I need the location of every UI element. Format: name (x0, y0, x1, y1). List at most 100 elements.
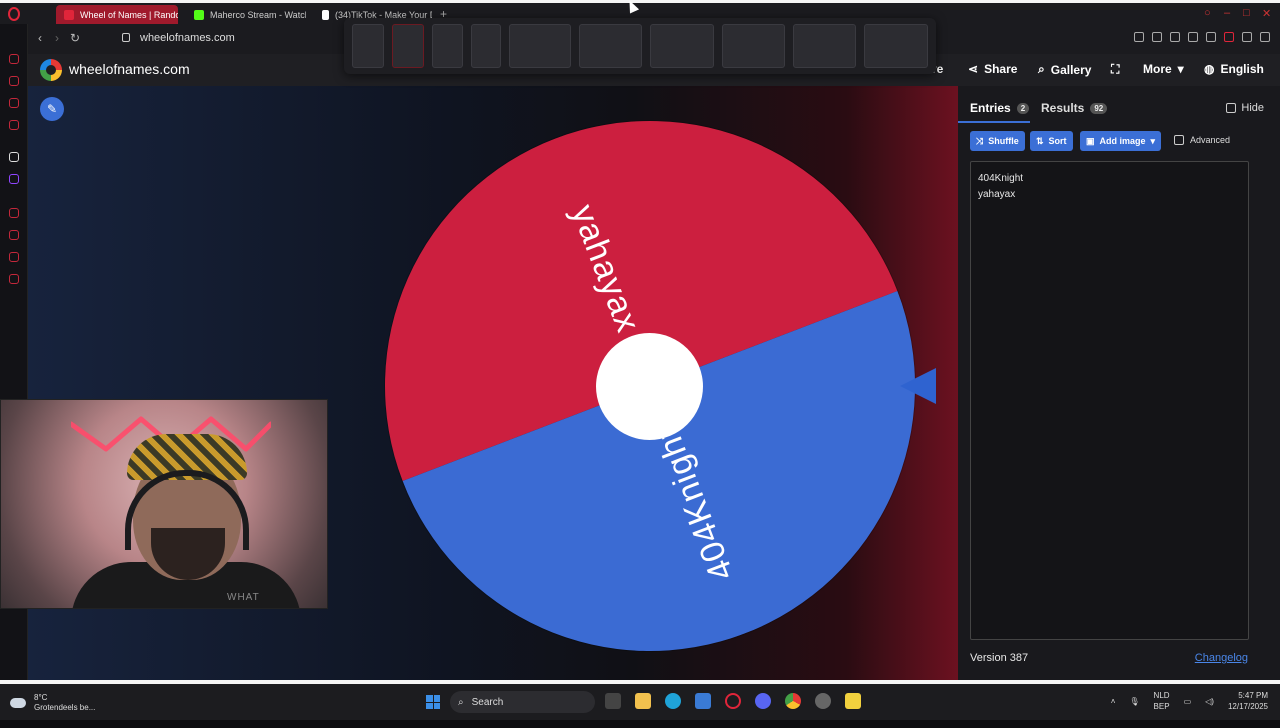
weather-widget[interactable]: 8°C Grotendeels be... (10, 693, 95, 713)
wheel-center-hub[interactable] (596, 333, 703, 440)
system-tray: ˄ 🎙 NLD BEP ▭ ◁) 5:47 PM 12/17/2025 (1111, 690, 1268, 712)
hide-toggle[interactable]: Hide (1226, 102, 1264, 114)
store-icon[interactable] (695, 693, 711, 709)
workspace-tile[interactable] (391, 24, 424, 68)
globe-icon: ◍ (1204, 62, 1215, 76)
language-menu[interactable]: ◍ English (1204, 62, 1264, 76)
tab-entries[interactable]: Entries 2 (970, 101, 1030, 115)
reload-icon[interactable]: ↻ (70, 31, 80, 45)
site-brand[interactable]: wheelofnames.com (69, 61, 190, 77)
back-icon[interactable]: ‹ (38, 31, 42, 45)
url-input[interactable]: wheelofnames.com (140, 32, 235, 44)
sidebar-settings-icon[interactable] (9, 274, 19, 284)
snapshot-icon[interactable] (1134, 32, 1144, 42)
tab-results[interactable]: Results 92 (1041, 101, 1108, 115)
advanced-checkbox[interactable] (1174, 135, 1184, 145)
discord-icon[interactable] (755, 693, 771, 709)
tab-title: Wheel of Names | Random (80, 10, 178, 20)
workspace-tile[interactable] (352, 24, 384, 68)
workspace-tile[interactable] (431, 24, 464, 68)
edge-icon[interactable] (665, 693, 681, 709)
entries-textarea[interactable]: 404Knight yahayax (970, 161, 1249, 640)
vpn-icon[interactable] (1170, 32, 1180, 42)
fullscreen-icon: ⛶ (1111, 62, 1120, 76)
sidebar-messenger-icon[interactable] (9, 98, 19, 108)
shuffle-button[interactable]: ⤨ Shuffle (970, 131, 1025, 151)
opera-icon[interactable] (725, 693, 741, 709)
hide-checkbox[interactable] (1226, 103, 1237, 113)
menu-icon[interactable] (1260, 32, 1270, 42)
player-icon[interactable] (1188, 32, 1198, 42)
shuffle-icon: ⤨ (976, 135, 984, 146)
app-icon[interactable] (845, 693, 861, 709)
task-view-icon[interactable] (605, 693, 621, 709)
sidebar-twitch-icon[interactable] (9, 174, 19, 184)
windows-start-icon[interactable] (426, 695, 440, 709)
wheel-favicon-icon (64, 10, 74, 20)
entry-line: yahayax (978, 189, 1016, 200)
wheel-logo-icon[interactable] (40, 59, 62, 81)
workspace-discord-tile[interactable] (471, 24, 502, 68)
file-explorer-icon[interactable] (635, 693, 651, 709)
sort-icon: ⇅ (1036, 135, 1044, 146)
sidebar-history-icon[interactable] (9, 208, 19, 218)
chevron-down-icon: ▾ (1177, 62, 1184, 76)
tab-wheel-of-names[interactable]: Wheel of Names | Random (56, 5, 178, 25)
taskbar-search[interactable]: ⌕ Search (450, 691, 595, 713)
profile-icon[interactable] (1224, 32, 1234, 42)
clock[interactable]: 5:47 PM 12/17/2025 (1228, 690, 1268, 712)
workspace-tile[interactable] (792, 24, 857, 68)
sidebar-clock-icon[interactable] (9, 230, 19, 240)
advanced-toggle[interactable]: Advanced (1174, 135, 1230, 145)
heart-icon[interactable] (1206, 32, 1216, 42)
chrome-icon[interactable] (785, 693, 801, 709)
windows-taskbar: 8°C Grotendeels be... ⌕ Search ˄ 🎙 NLD B… (0, 684, 1280, 720)
entries-panel: Entries 2 Results 92 Hide ⤨ Shuffle ⇅ So… (958, 86, 1280, 680)
workspace-tile[interactable] (721, 24, 785, 68)
sidebar-mail-icon[interactable] (9, 120, 19, 130)
opera-logo-icon[interactable] (8, 7, 20, 21)
obs-icon[interactable] (815, 693, 831, 709)
lang-top: NLD (1153, 691, 1170, 700)
share-label: Share (984, 62, 1018, 76)
sort-button[interactable]: ⇅ Sort (1030, 131, 1073, 151)
add-image-button[interactable]: ▣ Add image ▾ (1080, 131, 1162, 151)
changelog-link[interactable]: Changelog (1195, 652, 1248, 664)
sort-label: Sort (1048, 136, 1067, 146)
sidebar-bookmark-icon[interactable] (9, 152, 19, 162)
shuffle-label: Shuffle (988, 136, 1019, 146)
download-icon[interactable] (1242, 32, 1252, 42)
chevron-up-icon[interactable]: ˄ (1111, 697, 1116, 706)
forward-icon[interactable]: › (55, 31, 59, 45)
sidebar-ai-icon[interactable] (9, 54, 19, 64)
hide-label: Hide (1241, 102, 1264, 114)
extensions-icon[interactable] (1152, 32, 1162, 42)
share-icon: ⋖ (968, 62, 979, 76)
minimize-icon[interactable]: – (1224, 7, 1230, 19)
workspace-tile[interactable] (864, 24, 928, 68)
sidebar-heart-icon[interactable] (9, 252, 19, 262)
gallery-button[interactable]: ⌕ Gallery (1038, 62, 1091, 77)
workspace-tile[interactable] (578, 24, 643, 68)
fullscreen-button[interactable]: ⛶ (1111, 62, 1119, 77)
kick-favicon-icon (194, 10, 204, 20)
tab-maherco-stream[interactable]: Maherco Stream - Watch (186, 5, 306, 25)
search-tabs-icon[interactable]: ○ (1204, 7, 1211, 19)
workspace-tile[interactable] (650, 24, 714, 68)
share-button[interactable]: ⋖ Share (968, 62, 1017, 76)
lang-bottom: BEP (1153, 702, 1170, 711)
network-icon[interactable]: ▭ (1184, 697, 1192, 706)
close-icon[interactable]: ✕ (1262, 7, 1271, 20)
volume-icon[interactable]: ◁) (1205, 697, 1214, 706)
language-indicator[interactable]: NLD BEP (1154, 690, 1170, 712)
clock-time: 5:47 PM (1238, 691, 1268, 700)
workspace-tile[interactable] (509, 24, 571, 68)
microphone-icon[interactable]: 🎙 (1129, 697, 1139, 706)
more-label: More (1143, 62, 1172, 76)
search-icon: ⌕ (458, 696, 464, 708)
maximize-icon[interactable]: □ (1243, 7, 1250, 19)
more-menu[interactable]: More ▾ (1143, 62, 1184, 76)
results-count-badge: 92 (1090, 102, 1108, 114)
edit-pencil-icon[interactable]: ✎ (40, 97, 64, 121)
sidebar-shopping-icon[interactable] (9, 76, 19, 86)
